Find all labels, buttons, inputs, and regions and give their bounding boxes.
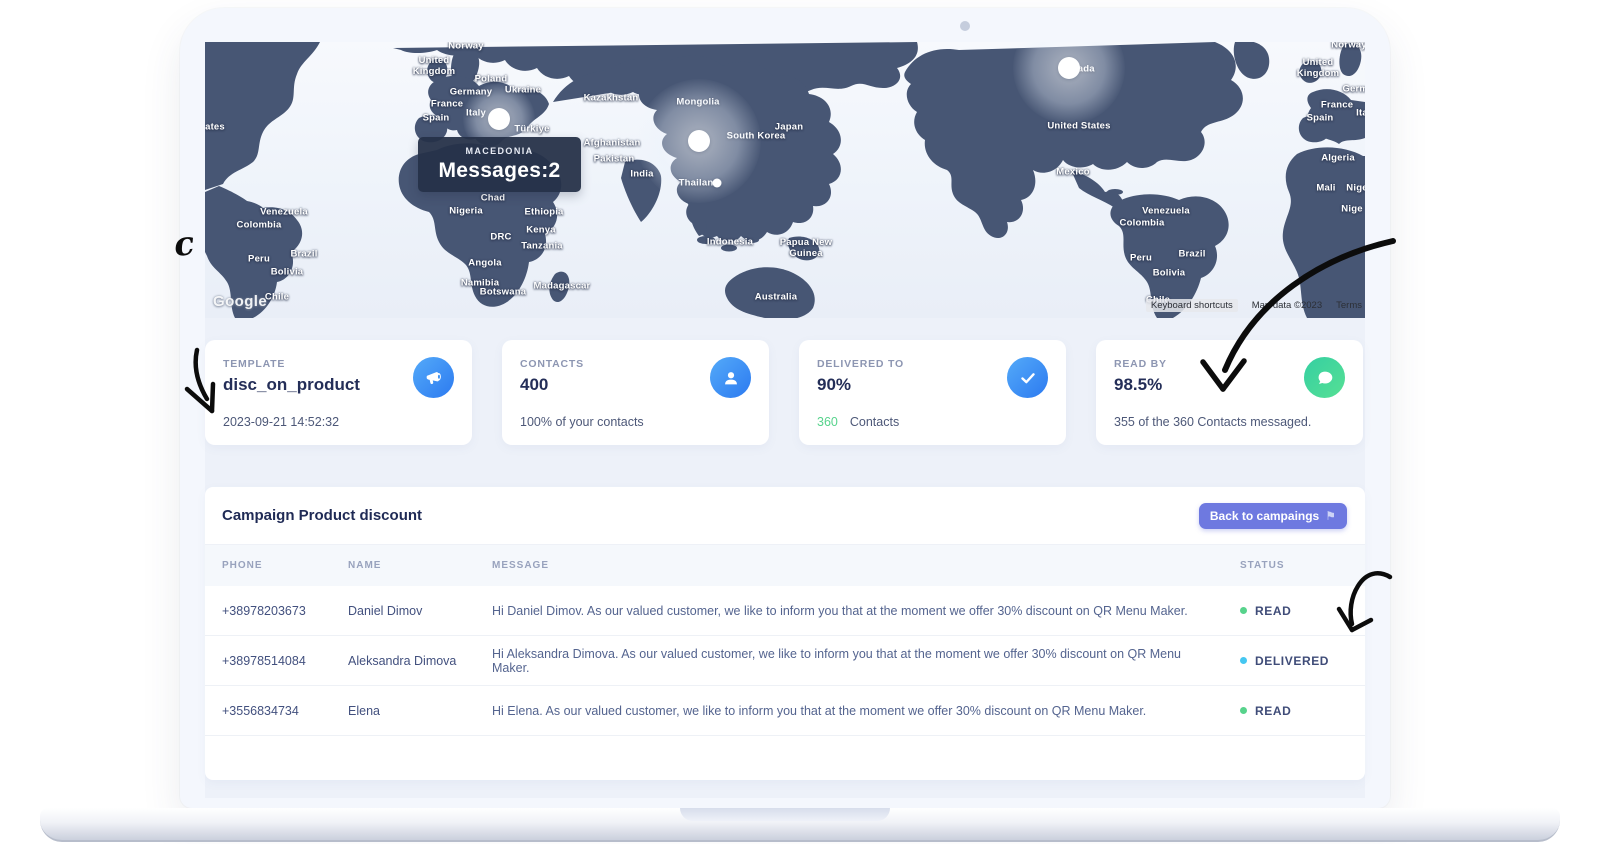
laptop-mockup: atesVenezuelaColombiaBrazilPeruBoliviaCh…	[0, 0, 1600, 844]
stat-sub-label: 2023-09-21 14:52:32	[223, 415, 339, 429]
status-label: READ	[1255, 604, 1291, 618]
map-attribution: Keyboard shortcuts Map data ©2023 Terms	[1146, 299, 1362, 312]
check-icon	[1007, 357, 1048, 398]
stat-subtext: 2023-09-21 14:52:32	[223, 415, 339, 429]
stat-sub-label: 100% of your contacts	[520, 415, 644, 429]
google-logo: Google	[213, 293, 267, 310]
column-message: MESSAGE	[492, 560, 1240, 571]
map-marker-small[interactable]	[713, 179, 722, 188]
keyboard-shortcuts-link[interactable]: Keyboard shortcuts	[1146, 299, 1238, 312]
tooltip-country: MACEDONIA	[465, 146, 533, 156]
status-dot	[1240, 607, 1247, 614]
cell-name: Elena	[348, 704, 492, 718]
dashboard-body: TEMPLATE disc_on_product 2023-09-21 14:5…	[205, 318, 1365, 780]
terms-link[interactable]: Terms	[1336, 300, 1362, 311]
campaign-table-card: Campaign Product discount Back to campai…	[205, 487, 1365, 780]
table-row: +38978514084 Aleksandra Dimova Hi Aleksa…	[205, 636, 1365, 686]
stat-sub-label: 355 of the 360 Contacts messaged.	[1114, 415, 1311, 429]
map-tooltip: MACEDONIA Messages:2	[418, 137, 581, 192]
map-data-label: Map data ©2023	[1252, 300, 1322, 311]
stat-sub-highlight: 360	[817, 415, 838, 429]
campaign-header: Campaign Product discount Back to campai…	[205, 487, 1365, 545]
cell-phone: +38978514084	[222, 654, 348, 668]
laptop-base	[40, 808, 1560, 842]
back-to-campaigns-button[interactable]: Back to campaings ⚑	[1199, 503, 1347, 529]
world-map[interactable]: atesVenezuelaColombiaBrazilPeruBoliviaCh…	[205, 42, 1365, 318]
cell-message: Hi Daniel Dimov. As our valued customer,…	[492, 604, 1240, 618]
handwritten-letter-c: c	[172, 223, 196, 264]
webcam-icon	[960, 21, 970, 31]
status-label: DELIVERED	[1255, 654, 1329, 668]
cell-phone: +38978203673	[222, 604, 348, 618]
stat-subtext: 360 Contacts	[817, 415, 899, 429]
stat-card-template: TEMPLATE disc_on_product 2023-09-21 14:5…	[205, 340, 472, 445]
cell-message: Hi Elena. As our valued customer, we lik…	[492, 704, 1240, 718]
chat-bubble-icon	[1304, 357, 1345, 398]
map-marker-macedonia[interactable]	[488, 108, 510, 130]
stat-card-delivered: DELIVERED TO 90% 360Contacts	[799, 340, 1066, 445]
map-landmass	[205, 42, 1365, 318]
cell-message: Hi Aleksandra Dimova. As our valued cust…	[492, 647, 1240, 675]
cell-name: Daniel Dimov	[348, 604, 492, 618]
table-header-row: PHONE NAME MESSAGE STATUS	[205, 545, 1365, 586]
stat-sub-label: Contacts	[850, 415, 899, 429]
laptop-screen: atesVenezuelaColombiaBrazilPeruBoliviaCh…	[180, 8, 1390, 808]
status-badge: DELIVERED	[1240, 654, 1365, 668]
megaphone-icon	[413, 357, 454, 398]
tooltip-messages: Messages:2	[438, 159, 560, 183]
status-dot	[1240, 707, 1247, 714]
column-name: NAME	[348, 560, 492, 571]
table-row: +38978203673 Daniel Dimov Hi Daniel Dimo…	[205, 586, 1365, 636]
cell-phone: +3556834734	[222, 704, 348, 718]
laptop-notch	[680, 808, 890, 821]
stat-card-read: READ BY 98.5% 355 of the 360 Contacts me…	[1096, 340, 1363, 445]
campaign-title: Campaign Product discount	[222, 507, 422, 524]
table-row: +3556834734 Elena Hi Elena. As our value…	[205, 686, 1365, 736]
stat-subtext: 355 of the 360 Contacts messaged.	[1114, 415, 1311, 429]
stat-card-contacts: CONTACTS 400 100% of your contacts	[502, 340, 769, 445]
flag-icon: ⚑	[1325, 509, 1336, 523]
status-badge: READ	[1240, 604, 1365, 618]
status-badge: READ	[1240, 704, 1365, 718]
column-status: STATUS	[1240, 560, 1365, 571]
status-label: READ	[1255, 704, 1291, 718]
back-button-label: Back to campaings	[1210, 509, 1319, 523]
stat-cards-row: TEMPLATE disc_on_product 2023-09-21 14:5…	[205, 340, 1365, 445]
cell-name: Aleksandra Dimova	[348, 654, 492, 668]
map-marker-asia[interactable]	[688, 130, 710, 152]
dashboard-content: atesVenezuelaColombiaBrazilPeruBoliviaCh…	[205, 42, 1365, 798]
user-icon	[710, 357, 751, 398]
map-marker-canada[interactable]	[1058, 57, 1080, 79]
status-dot	[1240, 657, 1247, 664]
stat-subtext: 100% of your contacts	[520, 415, 644, 429]
column-phone: PHONE	[222, 560, 348, 571]
